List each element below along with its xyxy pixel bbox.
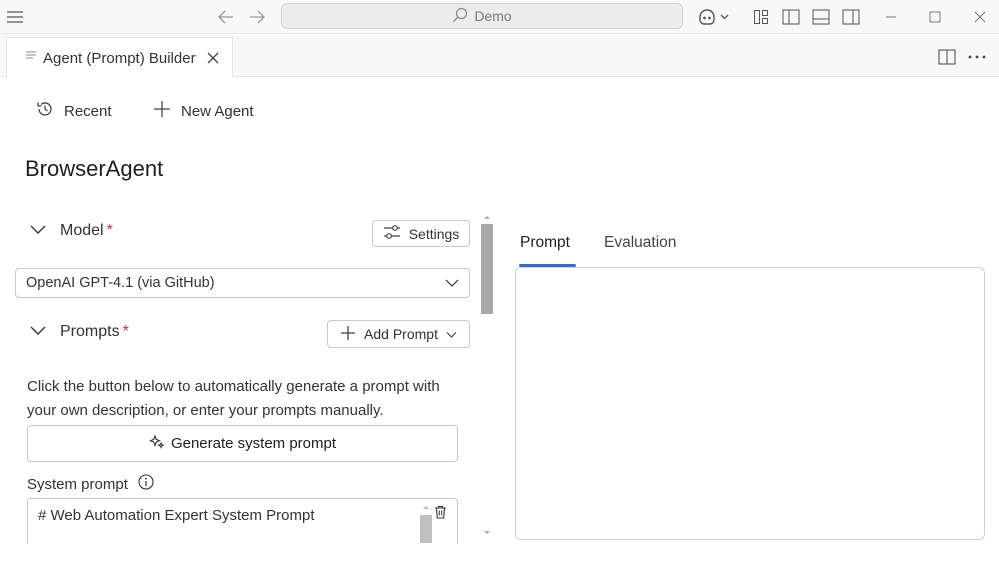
menu-icon[interactable] [4,6,26,28]
toggle-primary-sidebar-icon[interactable] [780,6,802,28]
toggle-secondary-sidebar-icon[interactable] [840,6,862,28]
editor-tab-strip: Agent (Prompt) Builder [0,35,999,78]
model-select-value: OpenAI GPT-4.1 (via GitHub) [26,275,215,291]
generate-system-prompt-button[interactable]: Generate system prompt [27,425,458,462]
tab-label: Agent (Prompt) Builder [43,49,196,67]
required-marker: * [122,323,129,340]
model-select[interactable]: OpenAI GPT-4.1 (via GitHub) [15,268,470,298]
recent-button[interactable]: Recent [36,100,112,122]
search-icon [452,7,468,26]
minimize-icon[interactable] [880,6,902,28]
prompt-preview-panel [515,267,985,540]
document-lines-icon [25,49,37,67]
agent-name-title: BrowserAgent [25,156,164,181]
tab-agent-builder[interactable]: Agent (Prompt) Builder [6,37,233,78]
prompt-scrollbar[interactable] [420,503,432,543]
history-icon [36,100,54,122]
copilot-icon[interactable] [696,6,732,28]
search-text: Demo [474,8,512,24]
required-marker: * [106,222,113,239]
more-actions-icon[interactable] [966,46,988,68]
tab-prompt[interactable]: Prompt [520,234,570,252]
info-icon[interactable] [138,474,154,494]
customize-layout-icon[interactable] [750,6,772,28]
toggle-panel-icon[interactable] [810,6,832,28]
prompts-section-label: Prompts [60,323,120,340]
settings-button[interactable]: Settings [372,220,470,247]
add-prompt-button[interactable]: Add Prompt [327,320,470,348]
close-icon[interactable] [204,49,222,67]
back-arrow-icon[interactable] [215,6,237,28]
sparkle-icon [148,433,165,454]
system-prompt-textarea[interactable]: # Web Automation Expert System Prompt [27,498,458,544]
settings-label: Settings [408,225,460,242]
new-agent-label: New Agent [181,102,254,120]
title-bar: Demo [0,0,999,34]
trash-icon[interactable] [434,505,447,524]
recent-label: Recent [64,102,112,120]
split-editor-icon[interactable] [936,46,958,68]
chevron-down-icon [445,276,459,294]
system-prompt-heading: System prompt [27,474,154,494]
chevron-down-icon [30,323,46,341]
command-center-search[interactable]: Demo [281,3,683,29]
close-window-icon[interactable] [969,6,991,28]
prompts-section-toggle[interactable]: Prompts * [30,323,129,341]
model-section-toggle[interactable]: Model * [30,222,113,240]
add-prompt-label: Add Prompt [364,326,438,342]
new-agent-button[interactable]: New Agent [153,100,254,122]
plus-icon [153,100,171,122]
forward-arrow-icon[interactable] [246,6,268,28]
model-section-label: Model [60,222,104,239]
system-prompt-value: # Web Automation Expert System Prompt [38,507,315,524]
plus-icon [340,325,356,344]
sliders-icon [383,224,401,243]
tab-evaluation[interactable]: Evaluation [604,234,676,252]
left-pane-scrollbar[interactable] [481,212,493,542]
chevron-down-icon [30,222,46,240]
generate-label: Generate system prompt [170,435,337,452]
maximize-icon[interactable] [924,6,946,28]
chevron-down-icon [446,326,457,342]
prompts-helper-text: Click the button below to automatically … [27,378,440,419]
system-prompt-label: System prompt [27,475,128,493]
